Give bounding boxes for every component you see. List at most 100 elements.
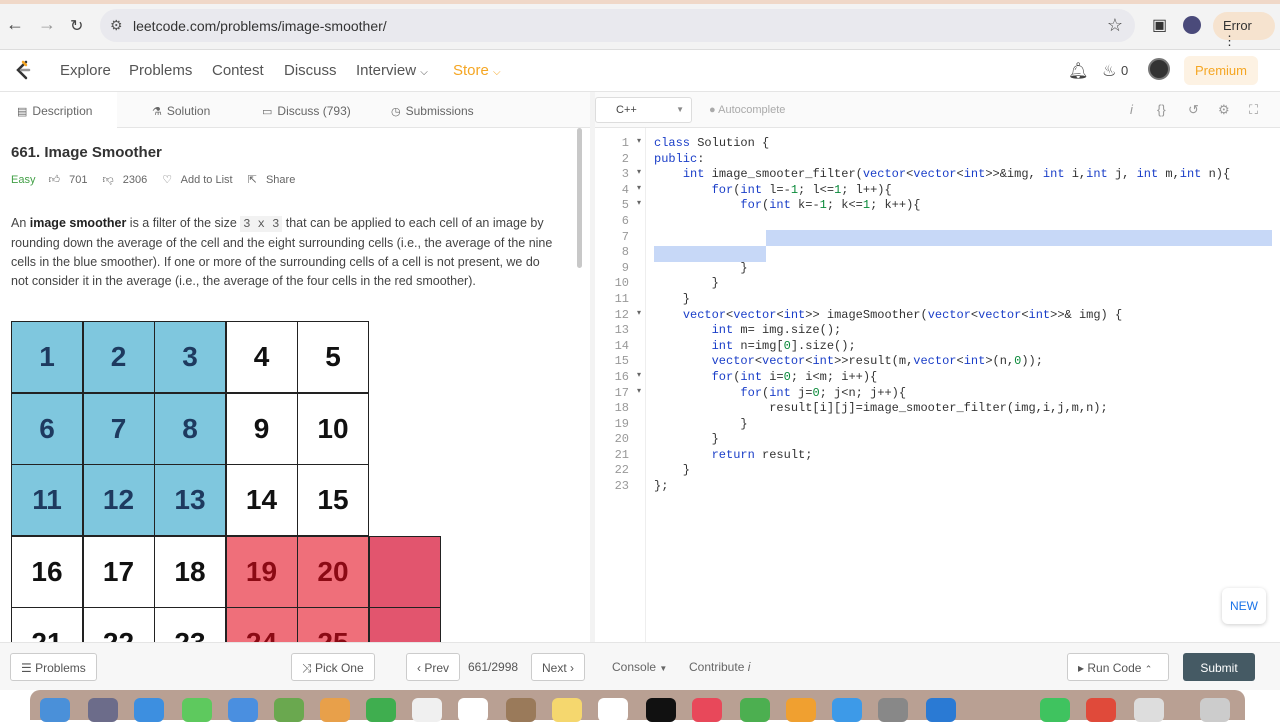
premium-button[interactable]: Premium <box>1184 56 1258 85</box>
photos-icon[interactable] <box>320 698 350 722</box>
submit-button[interactable]: Submit <box>1183 653 1255 681</box>
line-number-text: 6 <box>621 213 629 228</box>
run-code-button[interactable]: ▸ Run Code ⌃ <box>1067 653 1169 681</box>
sidepanel-icon[interactable]: ▣ <box>1152 15 1167 35</box>
browser-profile-avatar[interactable] <box>1183 16 1201 34</box>
fullscreen-icon[interactable]: ⛶ <box>1249 102 1258 118</box>
fold-toggle-icon[interactable]: ▾ <box>637 136 641 146</box>
grid-cell: 2 <box>82 321 155 393</box>
grid-cell: 4 <box>225 321 298 393</box>
new-feature-button[interactable]: NEW <box>1222 588 1266 624</box>
fold-toggle-icon[interactable]: ▾ <box>637 308 641 318</box>
chevron-up-icon: ⌃ <box>1144 664 1153 674</box>
language-select[interactable]: C++ ▼ <box>595 97 692 123</box>
like-button[interactable]: 👍︎ 701 <box>49 174 94 186</box>
tab-solution[interactable]: ⚗ Solution <box>152 92 210 128</box>
fold-toggle-icon[interactable]: ▾ <box>637 198 641 208</box>
fold-toggle-icon[interactable]: ▾ <box>637 183 641 193</box>
leetcode-logo-icon[interactable] <box>12 59 34 81</box>
app-store-icon[interactable] <box>832 698 862 722</box>
description-scrollbar[interactable] <box>577 128 582 268</box>
pick-one-button[interactable]: ⤨ Pick One <box>291 653 375 681</box>
tv-icon[interactable] <box>646 698 676 722</box>
problems-list-button[interactable]: ☰ Problems <box>10 653 97 681</box>
error-button[interactable]: Error ⋮ <box>1213 12 1275 48</box>
add-to-list-button[interactable]: ♡ Add to List <box>162 174 238 186</box>
editor-header: C++ ▼ ● Autocomplete i {} ↺ ⚙ ⛶ <box>595 92 1280 128</box>
address-bar[interactable]: ⚙ leetcode.com/problems/image-smoother/ … <box>100 9 1135 42</box>
bell-icon[interactable]: 🔔︎ <box>1068 61 1088 81</box>
console-label: Console <box>612 660 657 674</box>
code-editor[interactable]: 1 ▾ 2 3 ▾ 4 ▾ 5 ▾ 6 7 8 9 10 11 12 ▾ 13 14 15 16 ▾ 17 ▾ 18 19 20 21… <box>595 128 1280 642</box>
textedit-icon[interactable] <box>1134 698 1164 722</box>
numbers-icon[interactable] <box>740 698 770 722</box>
whatsapp-icon[interactable] <box>1040 698 1070 722</box>
settings-icon[interactable]: ⚙ <box>1218 102 1230 118</box>
site-info-icon[interactable]: ⚙ <box>110 17 123 34</box>
line-number-text: 14 <box>614 338 629 353</box>
fold-toggle-icon[interactable]: ▾ <box>637 386 641 396</box>
user-avatar[interactable] <box>1148 58 1170 80</box>
reset-icon[interactable]: ↺ <box>1188 102 1199 118</box>
system-settings-icon[interactable] <box>878 698 908 722</box>
share-label: Share <box>265 174 296 186</box>
freeform-icon[interactable] <box>598 698 628 722</box>
error-label: Error <box>1223 18 1252 33</box>
autocomplete-label: Autocomplete <box>718 104 786 116</box>
notes-icon[interactable] <box>552 698 582 722</box>
pages-icon[interactable] <box>786 698 816 722</box>
nav-problems[interactable]: Problems <box>129 62 192 79</box>
mail-icon[interactable] <box>228 698 258 722</box>
desc-code: 3 x 3 <box>240 216 283 232</box>
bookmark-star-icon[interactable]: ☆ <box>1107 15 1123 36</box>
line-number-text: 18 <box>614 401 629 416</box>
tab-discuss[interactable]: ▭ Discuss (793) <box>262 92 351 128</box>
nav-store[interactable]: Store ⌵ <box>453 62 501 79</box>
grid-cell <box>368 535 441 608</box>
line-number-text: 15 <box>614 354 629 369</box>
trash-icon[interactable] <box>1200 698 1230 722</box>
autocomplete-toggle[interactable]: ● Autocomplete <box>709 104 785 116</box>
macos-dock <box>30 690 1245 722</box>
tab-description[interactable]: ▤ Description <box>0 92 117 128</box>
next-label: Next <box>542 661 567 675</box>
finder-icon[interactable] <box>40 698 70 722</box>
prev-button[interactable]: ‹ Prev <box>406 653 461 681</box>
braces-icon[interactable]: {} <box>1157 102 1166 117</box>
reminders-icon[interactable] <box>412 698 442 722</box>
line-number-text: 3 <box>621 167 629 182</box>
nav-interview[interactable]: Interview ⌵ <box>356 62 428 79</box>
nav-explore[interactable]: Explore <box>60 62 111 79</box>
launchpad-icon[interactable] <box>88 698 118 722</box>
fire-icon[interactable]: ♨ <box>1102 61 1116 81</box>
messages-icon[interactable] <box>182 698 212 722</box>
maps-icon[interactable] <box>274 698 304 722</box>
back-icon[interactable]: ← <box>6 14 24 35</box>
contacts-icon[interactable] <box>506 698 536 722</box>
code-line: } <box>654 432 719 447</box>
line-number: 16 ▾ <box>595 370 643 386</box>
safari-icon[interactable] <box>134 698 164 722</box>
grid-cell: 16 <box>11 535 83 608</box>
chrome-icon[interactable] <box>1086 698 1116 722</box>
dislike-button[interactable]: 👎︎ 2306 <box>103 174 154 186</box>
vscode-icon[interactable] <box>926 698 956 722</box>
contribute-link[interactable]: Contribute i <box>689 660 750 674</box>
console-toggle[interactable]: Console ▼ <box>612 660 667 674</box>
next-button[interactable]: Next › <box>531 653 586 681</box>
nav-contest[interactable]: Contest <box>212 62 264 79</box>
info-icon[interactable]: i <box>1130 102 1133 117</box>
nav-discuss[interactable]: Discuss <box>284 62 337 79</box>
calendar-icon[interactable] <box>458 698 488 722</box>
share-button[interactable]: ⇱ Share <box>248 174 302 186</box>
music-icon[interactable] <box>692 698 722 722</box>
facetime-icon[interactable] <box>366 698 396 722</box>
fold-toggle-icon[interactable]: ▾ <box>637 167 641 177</box>
reload-icon[interactable]: ↻ <box>70 16 83 36</box>
desc-text-2: is a filter of the size <box>126 216 241 230</box>
code-line: vector<vector<int>>result(m,vector<int>(… <box>711 354 1043 369</box>
fold-toggle-icon[interactable]: ▾ <box>637 370 641 380</box>
line-number-text: 4 <box>621 182 629 197</box>
forward-icon[interactable]: → <box>38 14 56 35</box>
tab-submissions[interactable]: ◷ Submissions <box>391 92 474 128</box>
